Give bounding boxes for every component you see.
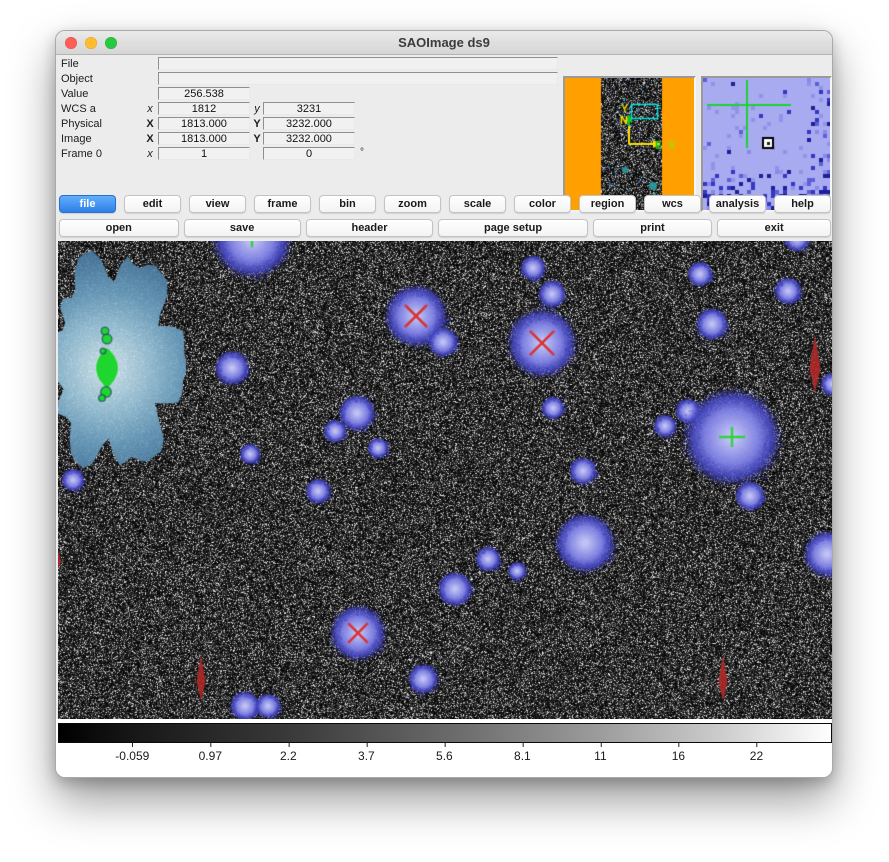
menu-zoom-button[interactable]: zoom [384, 195, 441, 213]
image-display[interactable] [58, 241, 832, 719]
colorbar-tick: 22 [750, 749, 763, 763]
menu-edit-button[interactable]: edit [124, 195, 181, 213]
colorbar-ticks: -0.059 0.97 2.2 3.7 5.6 8.1 11 16 22 [58, 743, 832, 773]
object-row: Object [56, 72, 561, 87]
coordinate-readout: File Object Value 256.538 WCS a x 1812 y… [56, 57, 561, 162]
menu-view-button[interactable]: view [189, 195, 246, 213]
colorbar-gradient[interactable] [58, 723, 832, 743]
wcs-label: WCS a [61, 103, 96, 115]
menu-bin-button[interactable]: bin [319, 195, 376, 213]
colorbar-tick: 5.6 [436, 749, 453, 763]
menu-color-button[interactable]: color [514, 195, 571, 213]
colorbar-tick: 16 [672, 749, 685, 763]
header-button[interactable]: header [306, 219, 434, 237]
panner-canvas[interactable] [565, 78, 694, 210]
physical-row: Physical X 1813.000 Y 3232.000 [56, 117, 561, 132]
object-label: Object [61, 73, 93, 85]
image-x-label: X [144, 133, 156, 145]
file-field[interactable] [158, 57, 558, 70]
panner[interactable] [563, 76, 696, 212]
window-title: SAOImage ds9 [56, 31, 832, 55]
colorbar-section: -0.059 0.97 2.2 3.7 5.6 8.1 11 16 22 [56, 719, 832, 778]
menu-wcs-button[interactable]: wcs [644, 195, 701, 213]
frame-x-label: x [144, 148, 156, 160]
value-field[interactable]: 256.538 [158, 87, 250, 100]
menu-analysis-button[interactable]: analysis [709, 195, 766, 213]
menu-region-button[interactable]: region [579, 195, 636, 213]
image-row: Image X 1813.000 Y 3232.000 [56, 132, 561, 147]
app-window: SAOImage ds9 File Object Value 256.538 W… [55, 30, 833, 778]
desktop: SAOImage ds9 File Object Value 256.538 W… [0, 0, 889, 862]
colorbar-tick: 3.7 [358, 749, 375, 763]
value-row: Value 256.538 [56, 87, 561, 102]
object-field[interactable] [158, 72, 558, 85]
magnifier[interactable] [701, 76, 832, 212]
magnifier-canvas[interactable] [703, 78, 830, 210]
physical-x-field[interactable]: 1813.000 [158, 117, 250, 130]
value-label: Value [61, 88, 88, 100]
page-setup-button[interactable]: page setup [438, 219, 587, 237]
physical-y-label: Y [251, 118, 263, 130]
frame-rotation-field[interactable]: 0 [263, 147, 355, 160]
physical-x-label: X [144, 118, 156, 130]
menu-button-row: file edit view frame bin zoom scale colo… [59, 195, 831, 213]
image-canvas[interactable] [58, 241, 832, 719]
wcs-y-field[interactable]: 3231 [263, 102, 355, 115]
exit-button[interactable]: exit [717, 219, 831, 237]
degree-symbol: ° [360, 147, 364, 158]
frame-label: Frame 0 [61, 148, 102, 160]
file-row: File [56, 57, 561, 72]
menu-scale-button[interactable]: scale [449, 195, 506, 213]
print-button[interactable]: print [593, 219, 713, 237]
wcs-y-label: y [251, 103, 263, 115]
open-button[interactable]: open [59, 219, 179, 237]
wcs-x-field[interactable]: 1812 [158, 102, 250, 115]
colorbar-tick: 8.1 [514, 749, 531, 763]
image-label: Image [61, 133, 92, 145]
file-label: File [61, 58, 79, 70]
menu-file-button[interactable]: file [59, 195, 116, 213]
wcs-x-label: x [144, 103, 156, 115]
colorbar-tick: 2.2 [280, 749, 297, 763]
image-x-field[interactable]: 1813.000 [158, 132, 250, 145]
wcs-row: WCS a x 1812 y 3231 [56, 102, 561, 117]
save-button[interactable]: save [184, 219, 301, 237]
colorbar-tick: 0.97 [199, 749, 222, 763]
menu-frame-button[interactable]: frame [254, 195, 311, 213]
image-y-label: Y [251, 133, 263, 145]
frame-row: Frame 0 x 1 0 ° [56, 147, 561, 162]
action-button-row: open save header page setup print exit [59, 219, 831, 237]
colorbar-tick: 11 [594, 749, 606, 763]
frame-zoom-field[interactable]: 1 [158, 147, 250, 160]
image-y-field[interactable]: 3232.000 [263, 132, 355, 145]
physical-label: Physical [61, 118, 102, 130]
colorbar-tick: -0.059 [115, 749, 149, 763]
menu-help-button[interactable]: help [774, 195, 831, 213]
titlebar[interactable]: SAOImage ds9 [56, 31, 832, 55]
info-panel: File Object Value 256.538 WCS a x 1812 y… [56, 55, 832, 191]
physical-y-field[interactable]: 3232.000 [263, 117, 355, 130]
